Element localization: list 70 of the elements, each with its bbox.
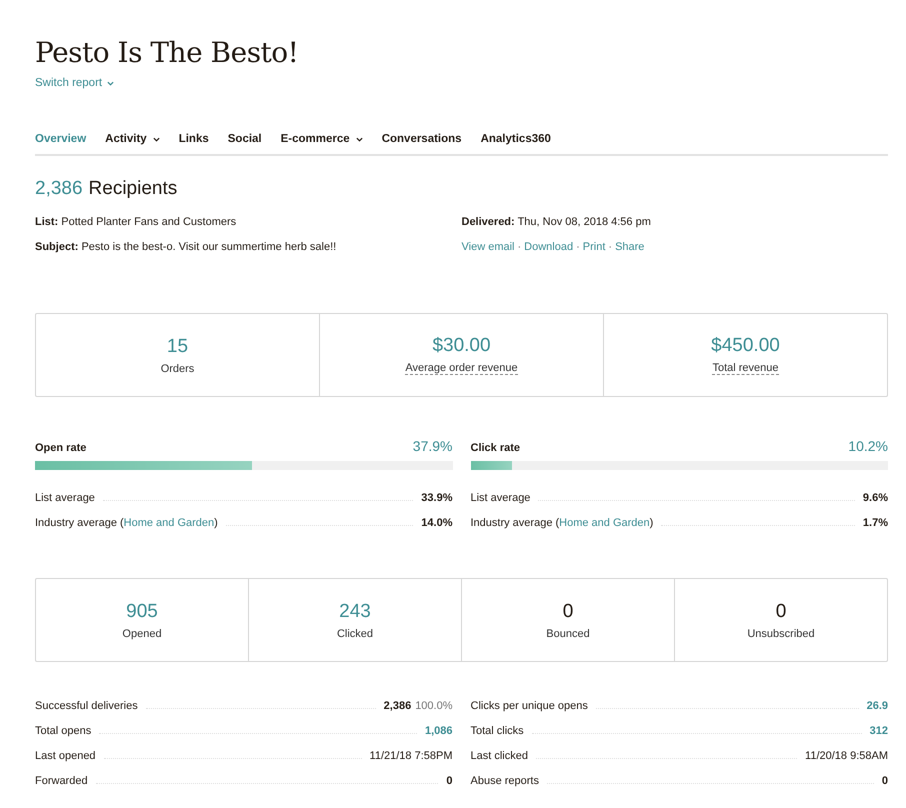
nav-tab[interactable]: E-commerce xyxy=(280,133,363,145)
stat-label: Clicks per unique opens xyxy=(470,700,588,712)
stat-label: List average xyxy=(470,492,530,504)
stat-value: 0 xyxy=(776,600,786,622)
chevron-down-icon xyxy=(107,80,114,86)
delivered-label: Delivered: xyxy=(462,216,515,228)
rate-label: Click rate xyxy=(470,442,520,454)
stat-label: Successful deliveries xyxy=(35,700,138,712)
action-link[interactable]: Print xyxy=(582,241,606,253)
stat-label: Last clicked xyxy=(470,750,528,762)
stat-label: Opened xyxy=(122,628,162,640)
industry-link[interactable]: Home and Garden xyxy=(124,517,214,529)
stat-label: Forwarded xyxy=(35,775,88,787)
nav-tab[interactable]: Overview xyxy=(35,133,86,145)
stat-link[interactable]: 1,086 xyxy=(424,725,452,737)
stat-label: Total clicks xyxy=(470,725,524,737)
separator-dot: · xyxy=(518,241,522,253)
stat-label: Total revenue xyxy=(712,362,779,375)
action-link[interactable]: Download xyxy=(524,241,574,253)
separator-dot: · xyxy=(576,241,580,253)
stat-value: 11/20/18 9:58AM xyxy=(805,750,888,762)
list-name: Potted Planter Fans and Customers xyxy=(61,216,236,228)
stat-value: 9.6% xyxy=(862,492,888,504)
stat-label: Industry average (Home and Garden) xyxy=(35,517,218,529)
subject-text: Pesto is the best-o. Visit our summertime herb sale!! xyxy=(81,241,336,253)
nav-tab[interactable]: Social xyxy=(228,133,262,145)
action-link[interactable]: View email xyxy=(462,241,514,253)
rate-label: Open rate xyxy=(35,442,86,454)
separator-dot: · xyxy=(608,241,612,253)
stat-label: List average xyxy=(35,492,95,504)
nav-tab[interactable]: Analytics360 xyxy=(480,133,551,145)
stat-value: 33.9% xyxy=(421,492,452,504)
stat-label: Total opens xyxy=(35,725,92,737)
stat-link[interactable]: 312 xyxy=(870,725,888,737)
rate-value: 10.2% xyxy=(848,438,888,454)
rate-value: 37.9% xyxy=(412,438,452,454)
industry-link[interactable]: Home and Garden xyxy=(559,517,650,529)
stat-label: Orders xyxy=(160,362,194,374)
stat-value: 1.7% xyxy=(862,517,888,529)
nav-tab[interactable]: Conversations xyxy=(382,133,462,145)
stat-label: Last opened xyxy=(35,750,96,762)
stat-value: 905 xyxy=(126,600,158,622)
stat-value: $450.00 xyxy=(711,335,780,357)
stat-value: 11/21/18 7:58PM xyxy=(370,750,452,762)
stat-value: $30.00 xyxy=(432,335,491,357)
action-link[interactable]: Share xyxy=(615,241,644,253)
stat-label: Abuse reports xyxy=(470,775,539,787)
recipient-count: 2,386 xyxy=(35,178,83,200)
subject-label: Subject: xyxy=(35,241,78,253)
stat-value: 14.0% xyxy=(421,517,452,529)
stat-value: 0 xyxy=(562,600,574,622)
stat-label: Unsubscribed xyxy=(747,628,815,640)
stat-percent: 100.0% xyxy=(415,700,452,712)
nav-tab[interactable]: Activity xyxy=(105,133,160,145)
stat-value: 0 xyxy=(446,775,452,787)
stat-label: Bounced xyxy=(546,628,590,640)
switch-report-link[interactable]: Switch report xyxy=(35,77,114,89)
stat-label: Clicked xyxy=(336,628,374,640)
stat-value: 243 xyxy=(339,600,371,622)
nav-tab[interactable]: Links xyxy=(178,133,209,145)
stat-value: 2,386 xyxy=(384,700,412,712)
stat-value: 0 xyxy=(882,775,888,787)
list-label: List: xyxy=(35,216,58,228)
report-title: Pesto Is The Besto! xyxy=(35,36,300,69)
stat-link[interactable]: 26.9 xyxy=(866,700,888,712)
delivered-date: Thu, Nov 08, 2018 4:56 pm xyxy=(518,216,651,228)
recipients-label: Recipients xyxy=(88,178,178,200)
stat-value: 15 xyxy=(166,336,188,358)
stat-label: Industry average (Home and Garden) xyxy=(470,517,654,529)
stat-label: Average order revenue xyxy=(405,362,518,375)
